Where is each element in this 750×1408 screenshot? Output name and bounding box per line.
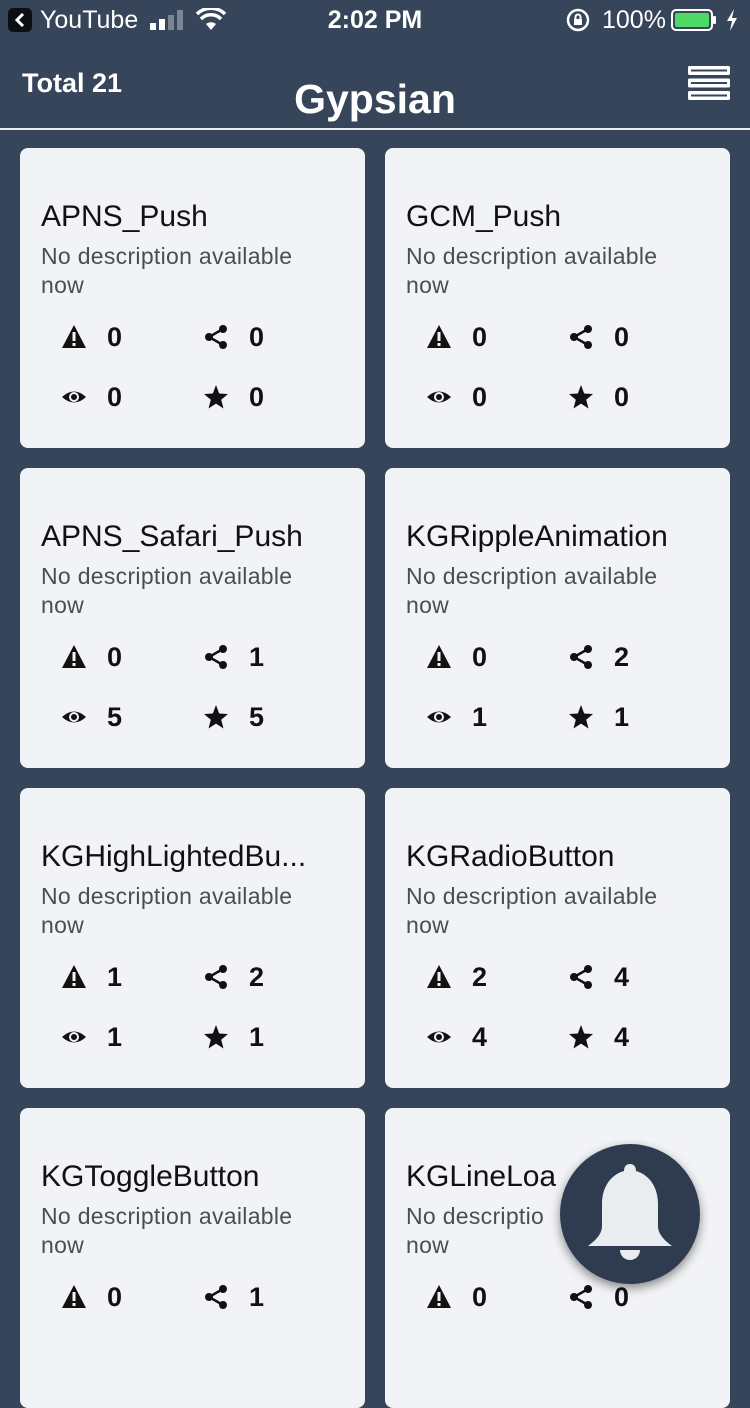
stars-count: 1 <box>614 702 630 732</box>
issues-count: 0 <box>107 322 123 352</box>
stars-count: 1 <box>249 1022 265 1052</box>
star-icon <box>204 705 228 729</box>
repo-title: KGRippleAnimation <box>406 520 668 553</box>
star-icon <box>569 385 593 409</box>
forks-count: 1 <box>249 642 265 672</box>
issues-count: 0 <box>472 642 488 672</box>
warning-icon <box>427 325 451 348</box>
repo-description: No description available now <box>406 563 658 618</box>
star-icon <box>569 705 593 729</box>
repo-card[interactable]: APNS_Push No description available now 0 0 0… <box>20 148 365 448</box>
issues-count: 0 <box>472 322 488 352</box>
forks-count: 2 <box>249 962 265 992</box>
watchers-count: 0 <box>472 382 488 412</box>
warning-icon <box>62 965 86 988</box>
repo-title: GCM_Push <box>406 200 562 233</box>
share-icon <box>203 964 229 990</box>
warning-icon <box>427 965 451 988</box>
charging-icon <box>727 9 737 31</box>
eye-icon <box>427 1031 451 1043</box>
battery-percent: 100% <box>602 6 666 34</box>
watchers-count: 0 <box>107 382 123 412</box>
repo-description: No description available now <box>41 563 293 618</box>
repo-title: KGRadioButton <box>406 840 615 873</box>
repo-title: KGHighLightedBu... <box>41 840 307 873</box>
forks-count: 4 <box>614 962 630 992</box>
notification-button[interactable] <box>560 1144 700 1284</box>
star-icon <box>204 1025 228 1049</box>
eye-icon <box>427 711 451 723</box>
forks-count: 0 <box>614 1282 630 1312</box>
warning-icon <box>62 1285 86 1308</box>
warning-icon <box>62 645 86 668</box>
share-icon <box>203 644 229 670</box>
share-icon <box>568 324 594 350</box>
repo-card[interactable]: KGRippleAnimation No description availabl… <box>385 468 730 768</box>
warning-icon <box>427 645 451 668</box>
app-header: Total 21 Gypsian <box>0 40 750 130</box>
watchers-count: 5 <box>107 702 123 732</box>
repo-description: No description available now <box>406 883 658 938</box>
watchers-count: 1 <box>107 1022 123 1052</box>
stars-count: 4 <box>614 1022 630 1052</box>
issues-count: 0 <box>107 642 123 672</box>
star-icon <box>569 1025 593 1049</box>
repo-card[interactable]: APNS_Safari_Push No description available… <box>20 468 365 768</box>
repo-description: No description available now <box>406 243 658 298</box>
share-icon <box>568 964 594 990</box>
forks-count: 1 <box>249 1282 265 1312</box>
repo-title: KGToggleButton <box>41 1160 260 1193</box>
repo-card[interactable]: KGHighLightedBu... No description availab… <box>20 788 365 1088</box>
eye-icon <box>62 391 86 403</box>
share-icon <box>203 1284 229 1310</box>
watchers-count: 1 <box>472 702 488 732</box>
bell-icon <box>588 1164 672 1260</box>
repo-card[interactable]: KGToggleButton No description available n… <box>20 1108 365 1408</box>
star-icon <box>204 385 228 409</box>
eye-icon <box>62 711 86 723</box>
eye-icon <box>62 1031 86 1043</box>
watchers-count: 4 <box>472 1022 488 1052</box>
share-icon <box>568 644 594 670</box>
eye-icon <box>427 391 451 403</box>
repo-card[interactable]: GCM_Push No description available now 0 0 0 0 <box>385 148 730 448</box>
page-title: Gypsian <box>294 76 456 122</box>
repo-description: No description available now <box>41 883 293 938</box>
warning-icon <box>427 1285 451 1308</box>
forks-count: 0 <box>249 322 265 352</box>
share-icon <box>568 1284 594 1310</box>
menu-icon[interactable] <box>688 66 730 100</box>
issues-count: 0 <box>107 1282 123 1312</box>
issues-count: 2 <box>472 962 488 992</box>
stars-count: 0 <box>614 382 630 412</box>
battery-icon <box>671 9 716 31</box>
status-bar: YouTube 2:02 PM 100% <box>0 0 750 40</box>
repo-title: APNS_Push <box>41 200 208 233</box>
forks-count: 2 <box>614 642 630 672</box>
issues-count: 0 <box>472 1282 488 1312</box>
stars-count: 5 <box>249 702 265 732</box>
stars-count: 0 <box>249 382 265 412</box>
orientation-lock-icon <box>566 8 590 32</box>
repo-description: No description available now <box>41 243 293 298</box>
repo-card[interactable]: KGRadioButton No description available no… <box>385 788 730 1088</box>
warning-icon <box>62 325 86 348</box>
forks-count: 0 <box>614 322 630 352</box>
repo-description: No description available now <box>41 1203 293 1258</box>
repo-title: APNS_Safari_Push <box>41 520 303 553</box>
issues-count: 1 <box>107 962 123 992</box>
share-icon <box>203 324 229 350</box>
